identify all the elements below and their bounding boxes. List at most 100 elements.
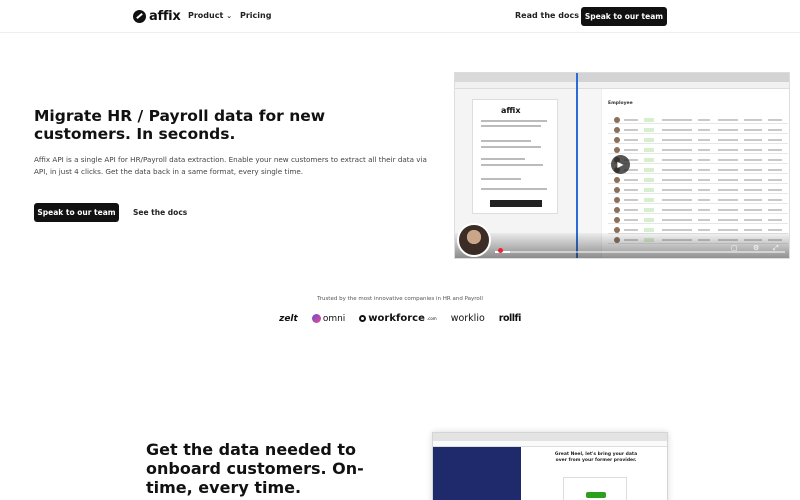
video-row-cell xyxy=(698,209,710,211)
video-row-cell xyxy=(768,169,782,171)
onboarding-screenshot: Great Neel, let's bring your data over f… xyxy=(432,432,668,500)
top-nav: affix Product ⌄ Pricing Read the docs Sp… xyxy=(0,0,800,33)
video-card-line xyxy=(481,140,531,142)
video-row-cell xyxy=(744,189,762,191)
video-row-cell xyxy=(698,159,710,161)
video-card-line xyxy=(481,188,547,190)
video-row-cell xyxy=(662,189,692,191)
video-row-cell xyxy=(768,199,782,201)
video-row-cell xyxy=(744,159,762,161)
nav-speak-button[interactable]: Speak to our team xyxy=(581,7,667,26)
video-row-cell xyxy=(624,119,638,121)
video-row-status-tag xyxy=(644,138,654,142)
chevron-down-icon: ⌄ xyxy=(226,11,233,20)
video-row-cell xyxy=(718,129,738,131)
video-row-cell xyxy=(698,199,710,201)
video-row-cell xyxy=(698,219,710,221)
video-row-cell xyxy=(744,129,762,131)
workforce-logo-suffix: .com xyxy=(426,316,437,321)
video-row-cell xyxy=(698,149,710,151)
video-row-status-tag xyxy=(644,118,654,122)
video-card-line xyxy=(481,158,525,160)
video-row-cell xyxy=(718,119,738,121)
video-row-cell xyxy=(698,129,710,131)
section-title: Get the data needed to onboard customers… xyxy=(146,440,364,497)
video-row-cell xyxy=(718,219,738,221)
video-row-avatar xyxy=(614,207,620,213)
rollfi-logo-text: rollfi xyxy=(498,313,522,324)
logo[interactable]: affix xyxy=(133,9,181,24)
nav-docs-link[interactable]: Read the docs xyxy=(515,11,579,20)
nav-pricing-link[interactable]: Pricing xyxy=(240,11,271,20)
video-row-avatar xyxy=(614,187,620,193)
video-browser-tabs-left xyxy=(455,73,576,82)
fullscreen-icon[interactable]: ⤢ xyxy=(773,244,779,253)
video-progress-bar[interactable] xyxy=(495,251,785,253)
video-row-status-tag xyxy=(644,208,654,212)
video-table-row xyxy=(608,203,788,204)
video-row-cell xyxy=(698,189,710,191)
video-row-avatar xyxy=(614,217,620,223)
video-row-cell xyxy=(662,159,692,161)
captions-icon[interactable]: ▢ xyxy=(731,244,738,252)
video-row-cell xyxy=(624,129,638,131)
hero-title: Migrate HR / Payroll data for new custom… xyxy=(34,107,326,143)
video-table-row xyxy=(608,193,788,194)
video-row-cell xyxy=(744,149,762,151)
quickbooks-logo-icon xyxy=(586,492,606,498)
video-row-status-tag xyxy=(644,228,654,232)
video-row-cell xyxy=(662,209,692,211)
video-row-cell xyxy=(768,219,782,221)
video-row-cell xyxy=(662,219,692,221)
video-row-cell xyxy=(744,229,762,231)
hero-docs-link[interactable]: See the docs xyxy=(133,208,187,217)
video-row-cell xyxy=(698,169,710,171)
video-row-cell xyxy=(624,149,638,151)
video-row-cell xyxy=(718,149,738,151)
video-table-row xyxy=(608,123,788,124)
hero-speak-button[interactable]: Speak to our team xyxy=(34,203,119,222)
nav-product-menu[interactable]: Product ⌄ xyxy=(188,11,232,20)
demo-video[interactable]: affix Employee ▶ ▢ ⚙ ⤢ xyxy=(454,72,790,259)
video-row-status-tag xyxy=(644,158,654,162)
video-row-cell xyxy=(718,179,738,181)
screenshot-tab-bar xyxy=(433,433,667,441)
screenshot-side-panel xyxy=(433,447,521,500)
video-row-cell xyxy=(744,209,762,211)
video-row-cell xyxy=(662,229,692,231)
video-card-line xyxy=(481,164,543,166)
video-row-cell xyxy=(718,199,738,201)
video-controls xyxy=(455,233,789,258)
play-icon[interactable]: ▶ xyxy=(611,155,630,174)
hero-description: Affix API is a single API for HR/Payroll… xyxy=(34,155,427,176)
video-row-cell xyxy=(624,209,638,211)
settings-icon[interactable]: ⚙ xyxy=(753,244,759,252)
video-row-cell xyxy=(662,129,692,131)
affix-logo-icon xyxy=(133,10,146,23)
video-browser-tabs-right xyxy=(576,73,789,82)
video-row-cell xyxy=(662,199,692,201)
video-card-continue-button xyxy=(490,200,542,207)
omni-logo: omni xyxy=(311,314,345,324)
video-row-avatar xyxy=(614,177,620,183)
video-row-avatar xyxy=(614,147,620,153)
video-table-row xyxy=(608,163,788,164)
video-card-line xyxy=(481,125,541,127)
video-connect-card: affix xyxy=(472,99,558,214)
video-address-bar xyxy=(455,82,789,89)
video-row-avatar xyxy=(614,197,620,203)
video-row-avatar xyxy=(614,127,620,133)
zelt-logo-text: zelt xyxy=(279,313,298,324)
nav-product-label: Product xyxy=(188,11,224,20)
video-row-cell xyxy=(768,159,782,161)
video-row-cell xyxy=(768,179,782,181)
video-row-cell xyxy=(698,229,710,231)
video-row-cell xyxy=(744,179,762,181)
video-row-cell xyxy=(768,139,782,141)
video-table-row xyxy=(608,153,788,154)
video-row-cell xyxy=(624,219,638,221)
video-card-logo: affix xyxy=(501,106,521,115)
video-row-status-tag xyxy=(644,218,654,222)
video-card-line xyxy=(481,120,547,122)
video-table-row xyxy=(608,173,788,174)
